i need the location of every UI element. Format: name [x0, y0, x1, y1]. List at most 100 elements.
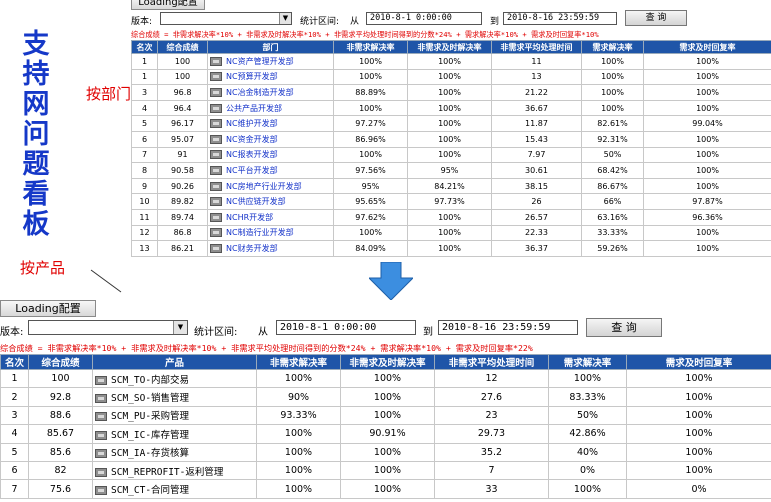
name-cell[interactable]: SCM_IC-库存管理	[92, 424, 257, 444]
name-cell[interactable]: NC报表开发部	[207, 146, 334, 164]
name-cell[interactable]: NC供应链开发部	[207, 193, 334, 210]
name-cell[interactable]: SCM_IA-存货核算	[92, 442, 257, 462]
name-cell[interactable]: SCM_REPROFIT-返利管理	[92, 460, 257, 481]
table-cell: 13	[491, 68, 582, 86]
name-cell[interactable]: NCHR开发部	[207, 208, 334, 226]
name-cell[interactable]: SCM_CT-合同管理	[92, 479, 257, 499]
chevron-down-icon[interactable]: ▼	[173, 321, 187, 334]
name-label[interactable]: SCM_CT-合同管理	[111, 485, 189, 496]
to-date-input[interactable]: 2010-8-16 23:59:59	[438, 320, 578, 335]
column-header[interactable]: 非需求及时解决率	[407, 40, 492, 54]
name-cell[interactable]: SCM_SO-销售管理	[92, 387, 257, 407]
name-label[interactable]: SCM_IA-存货核算	[111, 448, 189, 459]
table-cell: 97.73%	[407, 193, 492, 210]
name-label[interactable]: SCM_TO-内部交易	[111, 375, 189, 386]
name-label[interactable]: NC供应链开发部	[226, 197, 286, 206]
name-label[interactable]: NC维护开发部	[226, 119, 278, 128]
column-header[interactable]: 非需求平均处理时间	[434, 354, 549, 370]
version-select[interactable]: ▼	[160, 12, 292, 25]
table-cell: 30.61	[491, 162, 582, 179]
loading-config-button[interactable]: Loading配置	[131, 0, 205, 10]
report-icon	[210, 181, 222, 191]
from-date-input[interactable]: 2010-8-1 0:00:00	[366, 12, 482, 25]
name-label[interactable]: SCM_IC-库存管理	[111, 430, 189, 441]
table-cell: 100%	[333, 224, 408, 242]
column-header[interactable]: 需求解决率	[581, 40, 644, 54]
table-cell: 100%	[407, 84, 492, 101]
name-label[interactable]: NC冶金制造开发部	[226, 88, 294, 97]
name-label[interactable]: NC资产管理开发部	[226, 57, 294, 66]
column-header[interactable]: 部门	[207, 40, 334, 54]
table-cell: 100%	[643, 130, 771, 148]
name-cell[interactable]: NC预算开发部	[207, 68, 334, 86]
table-cell: 7	[0, 479, 29, 499]
chevron-down-icon[interactable]: ▼	[279, 13, 291, 24]
query-button[interactable]: 查 询	[625, 10, 687, 26]
column-header[interactable]: 综合成绩	[157, 40, 208, 54]
table-cell: 5	[131, 115, 158, 132]
name-cell[interactable]: SCM_TO-内部交易	[92, 368, 257, 389]
name-label[interactable]: NC制造行业开发部	[226, 228, 294, 237]
table-row: 9 90.26 NC房地产行业开发部 95% 84.21% 38.15 86.67% 100%	[131, 177, 771, 195]
report-icon	[95, 449, 107, 459]
name-label[interactable]: NCHR开发部	[226, 213, 273, 222]
table-cell: 36.37	[491, 240, 582, 257]
column-header[interactable]: 非需求平均处理时间	[491, 40, 582, 54]
name-cell[interactable]: SCM_PU-采购管理	[92, 405, 257, 426]
table-cell: 68.42%	[581, 162, 644, 179]
column-header[interactable]: 非需求及时解决率	[340, 354, 435, 370]
from-label: 从	[350, 17, 360, 27]
name-label[interactable]: SCM_REPROFIT-返利管理	[111, 467, 223, 478]
table-row: 5 96.17 NC维护开发部 97.27% 100% 11.87 82.61% 99.04%	[131, 115, 771, 132]
table-cell: 100%	[626, 387, 771, 407]
column-header[interactable]: 需求及时回复率	[643, 40, 771, 54]
name-label[interactable]: NC资金开发部	[226, 135, 278, 144]
loading-config-button[interactable]: Loading配置	[0, 300, 96, 317]
version-select[interactable]: ▼	[28, 320, 188, 335]
name-cell[interactable]: NC平台开发部	[207, 162, 334, 179]
column-header[interactable]: 非需求解决率	[333, 40, 408, 54]
table-cell: 100%	[643, 53, 771, 70]
name-cell[interactable]: NC资金开发部	[207, 130, 334, 148]
name-label[interactable]: NC平台开发部	[226, 166, 278, 175]
name-cell[interactable]: NC维护开发部	[207, 115, 334, 132]
table-cell: 100%	[256, 442, 341, 462]
query-button[interactable]: 查 询	[586, 318, 662, 337]
score-formula: 综合成绩 = 非需求解决率*10% + 非需求及时解决率*10% + 非需求平均…	[0, 343, 533, 353]
table-cell: 90%	[256, 387, 341, 407]
name-cell[interactable]: NC财务开发部	[207, 240, 334, 257]
column-header[interactable]: 名次	[0, 354, 29, 370]
name-cell[interactable]: 公共产品开发部	[207, 99, 334, 117]
table-row: 10 89.82 NC供应链开发部 95.65% 97.73% 26 66% 97.87%	[131, 193, 771, 210]
name-label[interactable]: NC报表开发部	[226, 150, 278, 159]
table-cell: 29.73	[434, 424, 549, 444]
table-row: 11 89.74 NCHR开发部 97.62% 100% 26.57 63.16% 96.36…	[131, 208, 771, 226]
column-header[interactable]: 名次	[131, 40, 158, 54]
from-date-input[interactable]: 2010-8-1 0:00:00	[276, 320, 416, 335]
name-cell[interactable]: NC房地产行业开发部	[207, 177, 334, 195]
column-header[interactable]: 非需求解决率	[256, 354, 341, 370]
table-row: 1 100 NC预算开发部 100% 100% 13 100% 100%	[131, 68, 771, 86]
table-cell: 3	[0, 405, 29, 426]
name-label[interactable]: NC预算开发部	[226, 72, 278, 81]
table-cell: 7	[434, 460, 549, 481]
table-cell: 88.6	[28, 405, 93, 426]
table-cell: 75.6	[28, 479, 93, 499]
column-header[interactable]: 需求及时回复率	[626, 354, 771, 370]
column-header[interactable]: 需求解决率	[548, 354, 627, 370]
name-label[interactable]: SCM_PU-采购管理	[111, 411, 189, 422]
table-cell: 5	[0, 442, 29, 462]
table-cell: 100%	[626, 424, 771, 444]
column-header[interactable]: 综合成绩	[28, 354, 93, 370]
name-label[interactable]: NC房地产行业开发部	[226, 182, 302, 191]
name-cell[interactable]: NC资产管理开发部	[207, 53, 334, 70]
name-cell[interactable]: NC制造行业开发部	[207, 224, 334, 242]
table-cell: 100	[157, 68, 208, 86]
name-label[interactable]: 公共产品开发部	[226, 104, 282, 113]
name-cell[interactable]: NC冶金制造开发部	[207, 84, 334, 101]
name-label[interactable]: NC财务开发部	[226, 244, 278, 253]
table-header-row: 名次 综合成绩 部门 非需求解决率 非需求及时解决率 非需求平均处理时间 需求解决率 需求及时…	[131, 40, 771, 54]
name-label[interactable]: SCM_SO-销售管理	[111, 393, 189, 404]
to-date-input[interactable]: 2010-8-16 23:59:59	[503, 12, 617, 25]
column-header[interactable]: 产品	[92, 354, 257, 370]
